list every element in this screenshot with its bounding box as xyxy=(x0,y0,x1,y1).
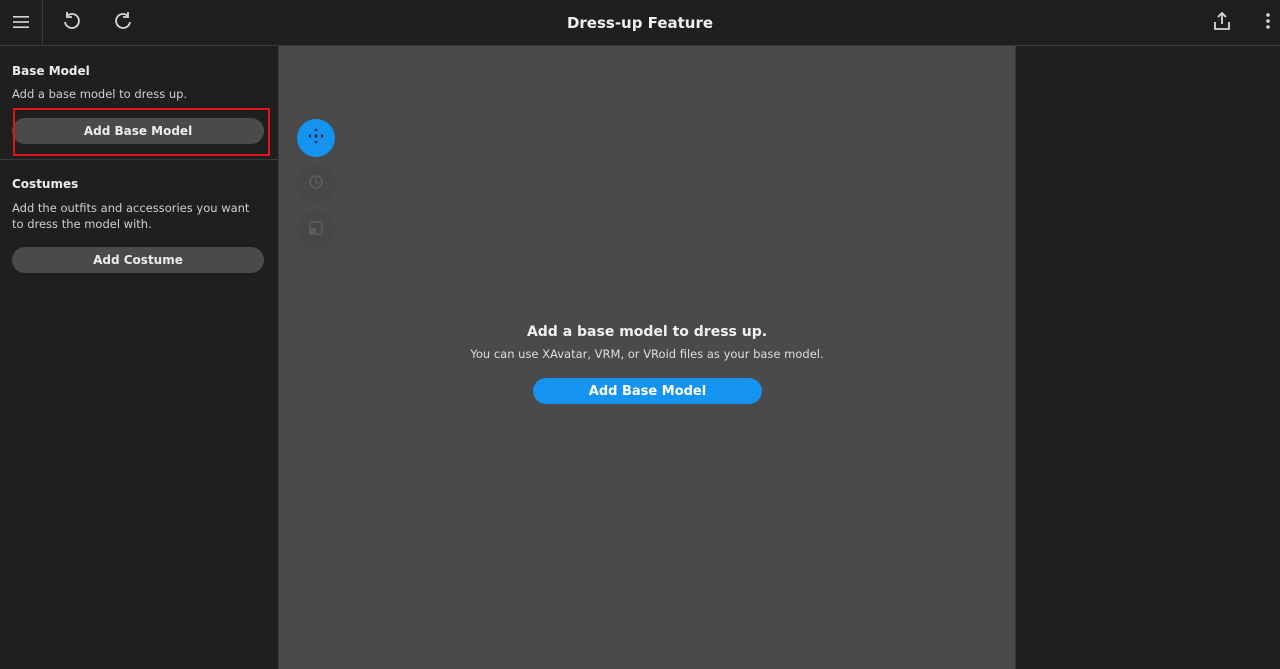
menu-button[interactable] xyxy=(0,0,43,46)
empty-state-subtitle: You can use XAvatar, VRM, or VRoid files… xyxy=(470,347,824,361)
hamburger-menu-icon xyxy=(12,14,30,33)
add-base-model-button[interactable]: Add Base Model xyxy=(533,378,762,404)
empty-state: Add a base model to dress up. You can us… xyxy=(279,324,1015,361)
undo-icon xyxy=(61,11,81,35)
left-sidebar: Base Model Add a base model to dress up.… xyxy=(0,46,279,669)
base-model-description: Add a base model to dress up. xyxy=(12,87,188,101)
pose-tool-icon xyxy=(307,219,325,241)
more-vertical-icon xyxy=(1265,11,1271,35)
move-tool-button[interactable] xyxy=(297,119,335,157)
model-viewport[interactable]: Add a base model to dress up. You can us… xyxy=(279,46,1016,669)
section-divider xyxy=(0,159,279,160)
top-bar: Dress-up Feature xyxy=(0,0,1280,46)
page-title: Dress-up Feature xyxy=(566,14,714,32)
pose-tool-button[interactable] xyxy=(297,211,335,249)
costumes-heading: Costumes xyxy=(12,177,79,191)
right-panel xyxy=(1016,46,1280,669)
more-options-button[interactable] xyxy=(1256,8,1280,38)
share-export-icon xyxy=(1212,11,1232,35)
redo-button[interactable] xyxy=(109,8,139,38)
costumes-description: Add the outfits and accessories you want… xyxy=(12,201,250,231)
rotate-tool-button[interactable] xyxy=(297,165,335,203)
share-button[interactable] xyxy=(1207,8,1237,38)
add-costume-button[interactable]: Add Costume xyxy=(12,247,264,273)
sidebar-add-base-model-button[interactable]: Add Base Model xyxy=(12,118,264,144)
undo-button[interactable] xyxy=(56,8,86,38)
redo-icon xyxy=(114,11,134,35)
rotate-tool-icon xyxy=(307,173,325,195)
move-tool-icon xyxy=(307,127,325,149)
dress-up-app: Dress-up Feature Base Model Add a base m… xyxy=(0,0,1280,669)
base-model-heading: Base Model xyxy=(12,64,90,78)
empty-state-title: Add a base model to dress up. xyxy=(526,324,768,340)
